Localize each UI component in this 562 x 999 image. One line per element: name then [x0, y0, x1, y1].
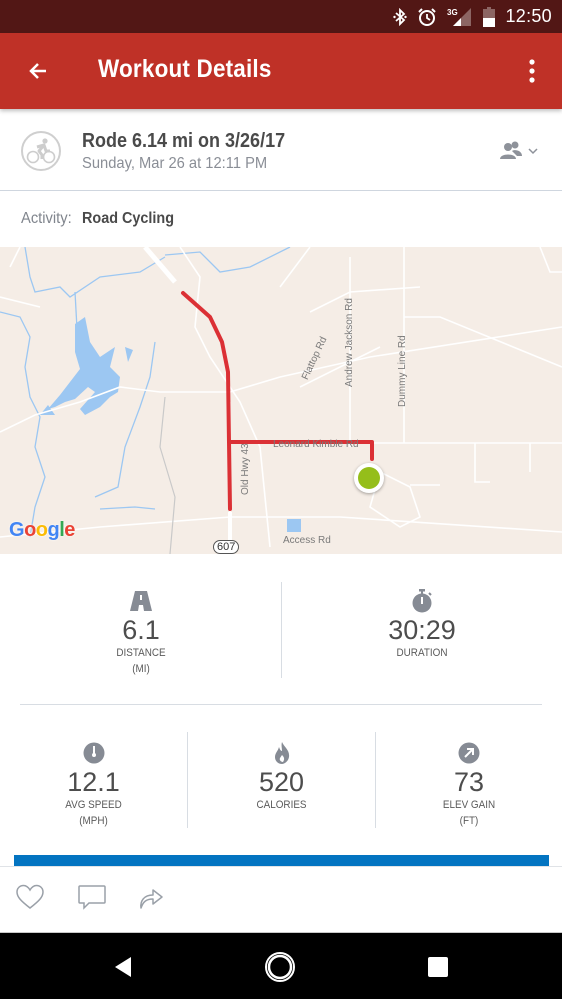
- system-nav-bar: [0, 933, 562, 999]
- like-button[interactable]: [13, 881, 47, 913]
- heart-icon: [16, 884, 44, 909]
- google-logo: Google: [9, 519, 75, 541]
- triangle-back-icon: [115, 957, 131, 977]
- workout-datetime: Sunday, Mar 26 at 12:11 PM: [82, 155, 268, 172]
- route-end-marker[interactable]: [354, 463, 384, 493]
- more-vertical-icon: [529, 59, 535, 83]
- road-label-old-hwy-43: Old Hwy 43: [240, 443, 251, 495]
- flame-icon: [188, 741, 375, 765]
- road-label-andrew-jackson-rd: Andrew Jackson Rd: [344, 298, 355, 387]
- bluetooth-icon: [393, 7, 408, 26]
- chevron-down-icon: [528, 148, 538, 155]
- highway-segment: [143, 247, 177, 284]
- nav-back-button[interactable]: [105, 949, 141, 985]
- map-roads: [0, 247, 562, 554]
- arrow-up-right-icon: [376, 741, 562, 765]
- share-button[interactable]: [135, 881, 169, 913]
- alarm-icon: [417, 7, 437, 27]
- stat-calories: 520 CALORIES: [188, 741, 375, 813]
- back-button[interactable]: [20, 53, 56, 89]
- page-title: Workout Details: [98, 55, 272, 83]
- map-canvas: [0, 247, 562, 554]
- social-actions: [0, 866, 562, 933]
- stat-elev-gain: 73 ELEV GAIN (FT): [376, 741, 562, 829]
- friends-icon: [500, 141, 522, 159]
- square-recents-icon: [428, 957, 448, 977]
- circle-home-icon: [265, 952, 295, 982]
- activity-row: Activity: Road Cycling: [0, 192, 562, 247]
- nav-recents-button[interactable]: [420, 949, 456, 985]
- map-pond: [287, 519, 301, 532]
- app-bar: Workout Details: [0, 33, 562, 109]
- svg-text:3G: 3G: [447, 8, 458, 17]
- share-icon: [140, 889, 163, 909]
- road-label-access-rd: Access Rd: [283, 535, 331, 546]
- status-bar: 3G 12:50: [0, 0, 562, 33]
- stat-duration: 30:29 DURATION: [282, 589, 562, 661]
- route-shield-607: 607: [213, 540, 240, 554]
- battery-icon: [483, 6, 496, 27]
- road-label-leonard-kimble: Leonard Kimble Rd: [273, 439, 359, 450]
- road-icon: [0, 589, 282, 613]
- activity-label: Activity:: [21, 210, 72, 227]
- road-label-dummy-line-rd: Dummy Line Rd: [397, 335, 408, 407]
- arrow-left-icon: [29, 63, 46, 79]
- privacy-dropdown[interactable]: [500, 135, 542, 167]
- workout-title: Rode 6.14 mi on 3/26/17: [82, 130, 286, 152]
- comment-button[interactable]: [75, 881, 109, 913]
- clock: 12:50: [505, 6, 552, 26]
- cycling-icon: [21, 131, 61, 171]
- comment-icon: [78, 885, 106, 910]
- speedometer-icon: [0, 741, 187, 765]
- stopwatch-icon: [282, 589, 562, 613]
- stat-distance: 6.1 DISTANCE (MI): [0, 589, 282, 677]
- more-options-button[interactable]: [518, 53, 546, 89]
- route-map[interactable]: Leonard Kimble Rd Old Hwy 43 Access Rd F…: [0, 247, 562, 554]
- activity-value: Road Cycling: [82, 210, 175, 227]
- signal-icon: 3G: [447, 7, 473, 27]
- stat-avg-speed: 12.1 AVG SPEED (MPH): [0, 741, 187, 829]
- railroad: [159, 396, 176, 554]
- workout-header: Rode 6.14 mi on 3/26/17 Sunday, Mar 26 a…: [0, 111, 562, 191]
- divider: [20, 704, 542, 705]
- nav-home-button[interactable]: [262, 949, 298, 985]
- accent-bar[interactable]: [14, 855, 549, 866]
